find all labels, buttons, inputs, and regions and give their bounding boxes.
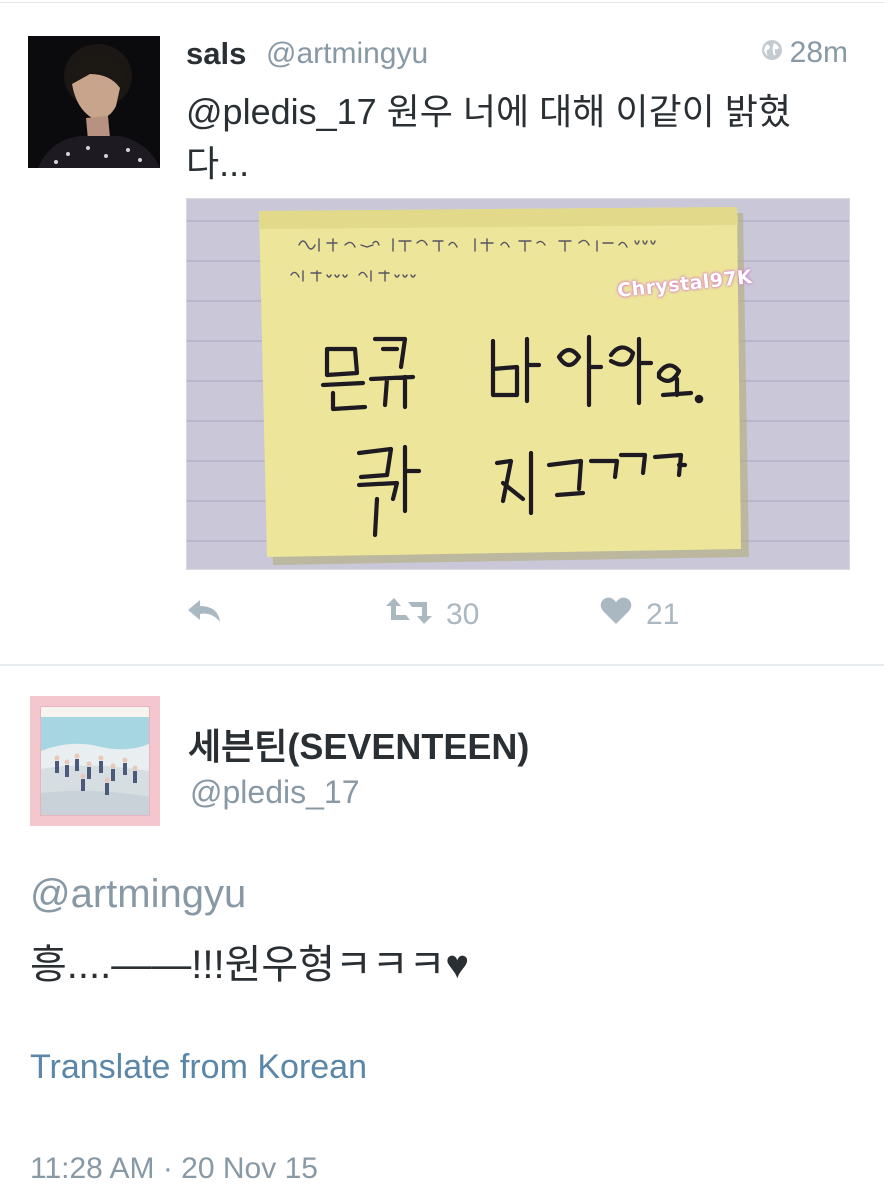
album-cover-image: [40, 706, 150, 816]
like-count: 21: [646, 598, 680, 631]
tweet-actions: 30 21: [186, 596, 706, 642]
retweet-button[interactable]: 30: [386, 596, 479, 634]
retweet-count: 30: [446, 598, 480, 631]
retweet-icon: [386, 596, 432, 634]
avatar-sals[interactable]: [28, 36, 160, 168]
tweet-text: 흥....——!!!원우형ㅋㅋㅋ♥: [30, 943, 470, 987]
translate-link[interactable]: Translate from Korean: [30, 1048, 367, 1087]
tweet-text: @pledis_17 원우 너에 대해 이같이 밝혔다...: [186, 91, 791, 184]
mention-link[interactable]: @artmingyu: [30, 872, 246, 917]
tweet-media-photo[interactable]: Chrystal97K: [186, 198, 850, 570]
top-divider: [0, 2, 884, 3]
author-handle[interactable]: @pledis_17: [190, 774, 359, 811]
author-name[interactable]: 세븐틴(SEVENTEEN): [188, 718, 529, 770]
heart-icon: [600, 596, 632, 634]
tweet-divider: [0, 664, 884, 666]
tweet1-header: sals @artmingyu 28m: [186, 34, 856, 74]
author-name[interactable]: sals: [186, 36, 246, 72]
tweet-time[interactable]: 28m: [760, 36, 848, 70]
reply-icon: [186, 596, 222, 634]
author-handle[interactable]: @artmingyu: [266, 37, 428, 71]
tweet-timestamp[interactable]: 11:28 AM · 20 Nov 15: [30, 1152, 318, 1186]
reply-button[interactable]: [186, 596, 222, 634]
like-button[interactable]: 21: [600, 596, 679, 634]
time-ago: 28m: [789, 36, 848, 69]
globe-icon: [760, 36, 784, 70]
avatar-seventeen[interactable]: [30, 696, 160, 826]
